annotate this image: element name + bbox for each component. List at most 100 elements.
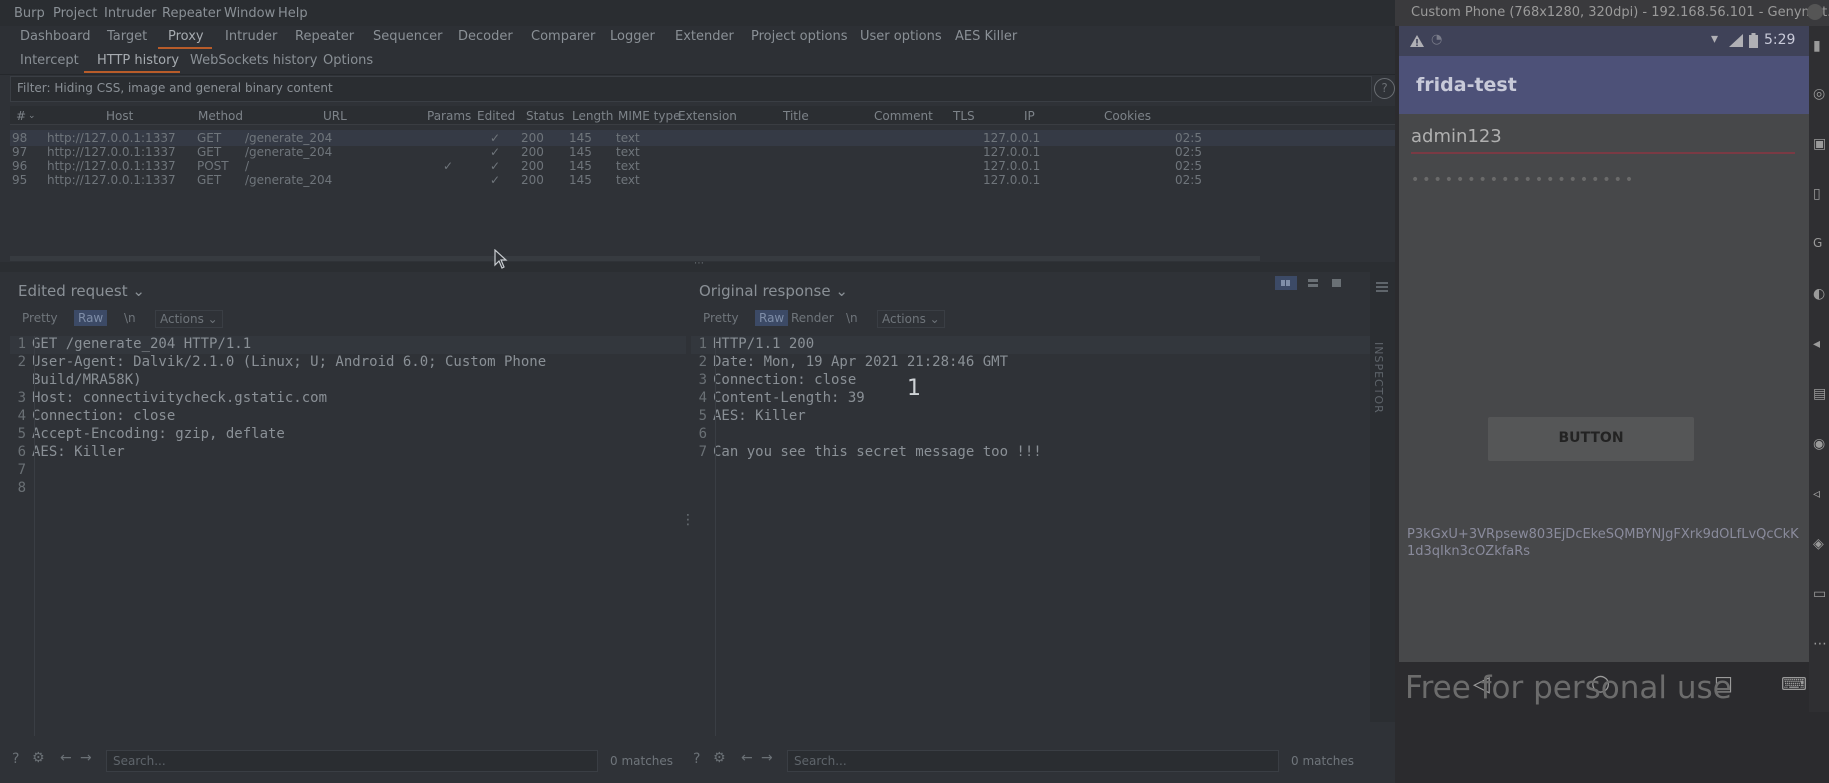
tab-aes-killer[interactable]: AES Killer: [955, 29, 1017, 44]
menu-window[interactable]: Window: [224, 6, 275, 21]
keyboard-icon[interactable]: ⌨: [1781, 674, 1807, 695]
tab-newline[interactable]: \n: [120, 310, 140, 326]
response-editor[interactable]: 1 HTTP/1.1 200 2 Date: Mon, 19 Apr 2021 21…: [691, 336, 1370, 736]
tab-newline[interactable]: \n: [842, 310, 862, 326]
tab-comparer[interactable]: Comparer: [531, 29, 595, 44]
request-editor[interactable]: 1 GET /generate_204 HTTP/1.1 2 User-Agent:…: [10, 336, 686, 736]
inspector-panel[interactable]: INSPECTOR: [1370, 272, 1395, 722]
forward-arrow-icon[interactable]: →: [80, 750, 92, 766]
col-url[interactable]: URL: [323, 109, 347, 123]
tab-websockets-history[interactable]: WebSockets history: [190, 53, 317, 68]
sidebar-more-icon[interactable]: ⋯: [1813, 636, 1827, 652]
col-mime-type[interactable]: MIME type: [618, 109, 680, 123]
gear-icon[interactable]: ⚙: [32, 750, 45, 766]
cell-mime: text: [616, 131, 640, 145]
sidebar-back-icon[interactable]: ◃: [1813, 486, 1820, 502]
back-arrow-icon[interactable]: ←: [741, 750, 753, 766]
tab-repeater[interactable]: Repeater: [295, 29, 354, 44]
col-method[interactable]: Method: [198, 109, 243, 123]
tab-sequencer[interactable]: Sequencer: [373, 29, 442, 44]
back-arrow-icon[interactable]: ←: [60, 750, 72, 766]
split-divider[interactable]: ⋯: [0, 258, 1395, 272]
tab-decoder[interactable]: Decoder: [458, 29, 513, 44]
tab-proxy[interactable]: Proxy: [168, 29, 204, 44]
menu-intruder[interactable]: Intruder: [104, 6, 156, 21]
sidebar-disk-icon[interactable]: ◈: [1813, 536, 1824, 552]
col-title[interactable]: Title: [783, 109, 809, 123]
search-input[interactable]: Search...: [106, 750, 598, 772]
tab-options[interactable]: Options: [323, 53, 373, 68]
gear-icon[interactable]: ⚙: [713, 750, 726, 766]
sidebar-camera-icon[interactable]: ▣: [1813, 136, 1826, 152]
col-num[interactable]: #: [16, 109, 26, 123]
tab-render[interactable]: Render: [787, 310, 838, 326]
col-params[interactable]: Params: [427, 109, 471, 123]
menu-repeater[interactable]: Repeater: [162, 6, 221, 21]
sidebar-gps-text-icon[interactable]: G: [1813, 236, 1822, 250]
col-length[interactable]: Length: [572, 109, 613, 123]
col-tls[interactable]: TLS: [953, 109, 975, 123]
username-field[interactable]: admin123: [1411, 120, 1795, 154]
menu-help[interactable]: Help: [278, 6, 308, 21]
tab-intercept[interactable]: Intercept: [20, 53, 79, 68]
watermark: Free for personal use: [1405, 670, 1732, 706]
tab-intruder[interactable]: Intruder: [225, 29, 277, 44]
response-pane-title[interactable]: Original response ⌄: [699, 282, 848, 300]
line-text: Host: connectivitycheck.gstatic.com: [32, 390, 328, 406]
col-extension[interactable]: Extension: [678, 109, 737, 123]
split-horizontal-icon[interactable]: [1275, 276, 1297, 290]
sidebar-volume-icon[interactable]: ◐: [1813, 286, 1825, 302]
search-placeholder: Search...: [794, 754, 847, 768]
password-field[interactable]: ••••••••••••••••••••: [1411, 170, 1795, 196]
help-circle-icon[interactable]: ?: [12, 751, 19, 767]
menu-project[interactable]: Project: [53, 6, 97, 21]
tab-logger[interactable]: Logger: [610, 29, 655, 44]
col-cookies[interactable]: Cookies: [1104, 109, 1151, 123]
tab-dashboard[interactable]: Dashboard: [20, 29, 91, 44]
tab-raw[interactable]: Raw: [74, 310, 108, 326]
tab-project-options[interactable]: Project options: [751, 29, 848, 44]
col-status[interactable]: Status: [526, 109, 564, 123]
sidebar-power-icon[interactable]: ◉: [1813, 436, 1825, 452]
sidebar-battery-icon[interactable]: ▮: [1813, 38, 1821, 54]
tab-extender[interactable]: Extender: [675, 29, 734, 44]
sidebar-gps-icon[interactable]: ◎: [1813, 86, 1825, 102]
single-pane-icon[interactable]: [1326, 276, 1348, 290]
sidebar-id-icon[interactable]: ▤: [1813, 386, 1826, 402]
tab-http-history[interactable]: HTTP history: [97, 53, 179, 68]
sidebar-rotate-icon[interactable]: ◂: [1813, 336, 1820, 352]
col-host[interactable]: Host: [106, 109, 133, 123]
actions-dropdown[interactable]: Actions ⌄: [155, 310, 223, 328]
submit-button[interactable]: BUTTON: [1488, 417, 1694, 461]
sidebar-tablet-icon[interactable]: ▭: [1813, 586, 1826, 602]
window-close-icon[interactable]: [1807, 4, 1823, 20]
drag-handle-icon[interactable]: ⋯: [694, 258, 704, 269]
line-number: 4: [698, 390, 707, 406]
actions-dropdown[interactable]: Actions ⌄: [877, 310, 945, 328]
col-edited[interactable]: Edited: [477, 109, 515, 123]
help-circle-icon[interactable]: ?: [693, 751, 700, 767]
tab-user-options[interactable]: User options: [860, 29, 942, 44]
cell-method: POST: [197, 159, 229, 173]
tab-raw[interactable]: Raw: [755, 310, 789, 326]
line-text: Can you see this secret message too !!!: [713, 444, 1042, 460]
tab-pretty[interactable]: Pretty: [699, 310, 743, 326]
tab-pretty[interactable]: Pretty: [18, 310, 62, 326]
inspector-menu-icon[interactable]: [1376, 282, 1388, 284]
col-comment[interactable]: Comment: [874, 109, 933, 123]
line-number: 5: [698, 408, 707, 424]
table-row[interactable]: 95 http://127.0.0.1:1337 GET /generate_2…: [10, 172, 1395, 188]
menu-burp[interactable]: Burp: [14, 6, 45, 21]
horizontal-scrollbar[interactable]: [10, 256, 1260, 261]
cell-status: 200: [521, 173, 544, 187]
tab-target[interactable]: Target: [107, 29, 147, 44]
request-pane-title[interactable]: Edited request ⌄: [18, 282, 145, 300]
help-icon[interactable]: ?: [1374, 78, 1395, 99]
filter-bar[interactable]: Filter: Hiding CSS, image and general bi…: [10, 76, 1372, 102]
forward-arrow-icon[interactable]: →: [761, 750, 773, 766]
split-vertical-icon[interactable]: [1302, 276, 1324, 290]
sort-chevron-icon: ⌄: [28, 111, 36, 121]
col-ip[interactable]: IP: [1024, 109, 1035, 123]
sidebar-phone-icon[interactable]: ▯: [1813, 186, 1821, 202]
search-input[interactable]: Search...: [787, 750, 1279, 772]
